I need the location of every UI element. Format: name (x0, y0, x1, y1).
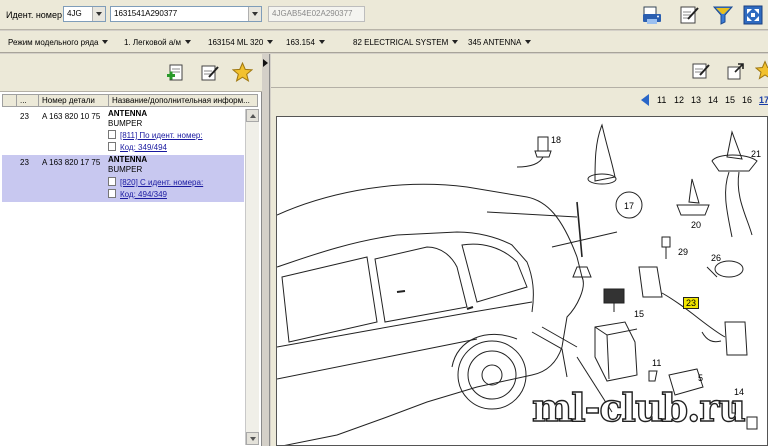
page-link[interactable]: 13 (691, 95, 701, 105)
callout-label[interactable]: 11 (652, 358, 661, 368)
grid-header: ... Номер детали Название/дополнительная… (2, 94, 258, 107)
row-part-number: A 163 820 17 75 (42, 158, 101, 167)
vin-value: 1631541A290377 (114, 9, 178, 18)
row-sub: BUMPER (108, 165, 143, 174)
row-sub: BUMPER (108, 119, 143, 128)
breadcrumb: Режим модельного ряда 1. Легковой а/м 16… (0, 31, 768, 53)
chevron-down-icon[interactable] (92, 7, 105, 21)
row-link-ident[interactable]: [811] По идент. номер: (108, 130, 203, 140)
document-icon (108, 142, 116, 151)
crumb-vehicle-type[interactable]: 1. Легковой а/м (124, 38, 192, 47)
chevron-down-icon[interactable] (248, 7, 261, 21)
edit-icon[interactable] (678, 4, 700, 26)
top-toolbar: Идент. номер 4JG 1631541A290377 4JGAB54E… (0, 0, 768, 30)
col-header-name[interactable]: Название/дополнительная информ... (109, 95, 258, 106)
row-part-number: A 163 820 10 75 (42, 112, 101, 121)
callout-label[interactable]: 21 (751, 149, 761, 159)
page-link[interactable]: 12 (674, 95, 684, 105)
scroll-down-icon[interactable] (246, 432, 259, 445)
diagram-panel: 11 12 13 14 15 16 17 18 21 17 20 29 26 2… (271, 54, 768, 446)
zoom-icon[interactable] (726, 61, 746, 81)
parts-diagram[interactable]: 18 21 17 20 29 26 23 15 11 5 14 ml-club.… (276, 116, 768, 446)
page-link[interactable]: 11 (657, 95, 666, 105)
callout-label[interactable]: 5 (698, 373, 703, 383)
diagram-toolbar (271, 54, 768, 88)
row-pos: 23 (20, 158, 29, 167)
chevron-down-icon (102, 40, 109, 44)
page-link[interactable]: 16 (742, 95, 752, 105)
vin-input[interactable]: 1631541A290377 (110, 6, 262, 22)
current-page[interactable]: 17 (759, 95, 768, 105)
diagram-pager: 11 12 13 14 15 16 17 (271, 90, 768, 110)
vin-prefix-value: 4JG (67, 9, 82, 18)
callout-label[interactable]: 15 (634, 309, 644, 319)
print-icon[interactable] (641, 4, 663, 26)
page-link[interactable]: 14 (708, 95, 718, 105)
ident-label: Идент. номер (6, 10, 62, 20)
chevron-down-icon (267, 40, 274, 44)
full-id-field: 4JGAB54E02A290377 (268, 6, 365, 22)
chevron-down-icon (185, 40, 192, 44)
panel-splitter[interactable] (262, 54, 270, 446)
edit-icon[interactable] (200, 63, 220, 83)
prev-page-icon[interactable] (641, 94, 649, 106)
col-header-blank (3, 95, 17, 106)
col-header-pos[interactable]: ... (17, 95, 39, 106)
star-icon[interactable] (232, 62, 253, 83)
page-link[interactable]: 15 (725, 95, 735, 105)
row-name: ANTENNA (108, 109, 148, 118)
callout-label[interactable]: 17 (624, 201, 634, 211)
col-header-part-number[interactable]: Номер детали (39, 95, 109, 106)
chevron-down-icon (452, 40, 459, 44)
document-icon (108, 189, 116, 198)
row-pos: 23 (20, 112, 29, 121)
table-row[interactable]: 23 A 163 820 17 75 ANTENNA BUMPER [820] … (2, 155, 244, 202)
vertical-scrollbar[interactable] (245, 109, 259, 445)
crumb-group[interactable]: 82 ELECTRICAL SYSTEM (353, 38, 459, 47)
row-link-code[interactable]: Код: 349/494 (108, 142, 167, 152)
callout-label[interactable]: 29 (678, 247, 688, 257)
row-link-code[interactable]: Код: 494/349 (108, 189, 167, 199)
row-link-ident[interactable]: [820] С идент. номера: (108, 177, 203, 187)
crumb-subgroup[interactable]: 345 ANTENNA (468, 38, 532, 47)
crumb-chassis[interactable]: 163.154 (286, 38, 325, 47)
edit-icon[interactable] (691, 61, 711, 81)
callout-label[interactable]: 18 (551, 135, 561, 145)
chevron-down-icon (525, 40, 532, 44)
document-icon (108, 130, 116, 139)
filter-icon[interactable] (712, 4, 734, 26)
watermark-logo: ml-club.ru (531, 384, 746, 430)
parts-list-toolbar (0, 54, 262, 92)
star-icon[interactable] (755, 60, 768, 81)
parts-list-panel: ... Номер детали Название/дополнительная… (0, 54, 262, 446)
callout-label[interactable]: 20 (691, 220, 701, 230)
callout-label-highlighted[interactable]: 23 (683, 297, 700, 309)
fullscreen-icon[interactable] (742, 4, 764, 26)
row-name: ANTENNA (108, 155, 148, 164)
chevron-down-icon (318, 40, 325, 44)
crumb-model[interactable]: 163154 ML 320 (208, 38, 274, 47)
document-icon (108, 177, 116, 186)
full-id-placeholder: 4JGAB54E02A290377 (272, 9, 353, 18)
table-row[interactable]: 23 A 163 820 10 75 ANTENNA BUMPER [811] … (2, 109, 244, 155)
callout-label[interactable]: 26 (711, 253, 721, 263)
add-document-icon[interactable] (166, 63, 186, 83)
vin-prefix-select[interactable]: 4JG (63, 6, 106, 22)
crumb-mode[interactable]: Режим модельного ряда (8, 38, 109, 47)
scroll-up-icon[interactable] (246, 109, 259, 122)
